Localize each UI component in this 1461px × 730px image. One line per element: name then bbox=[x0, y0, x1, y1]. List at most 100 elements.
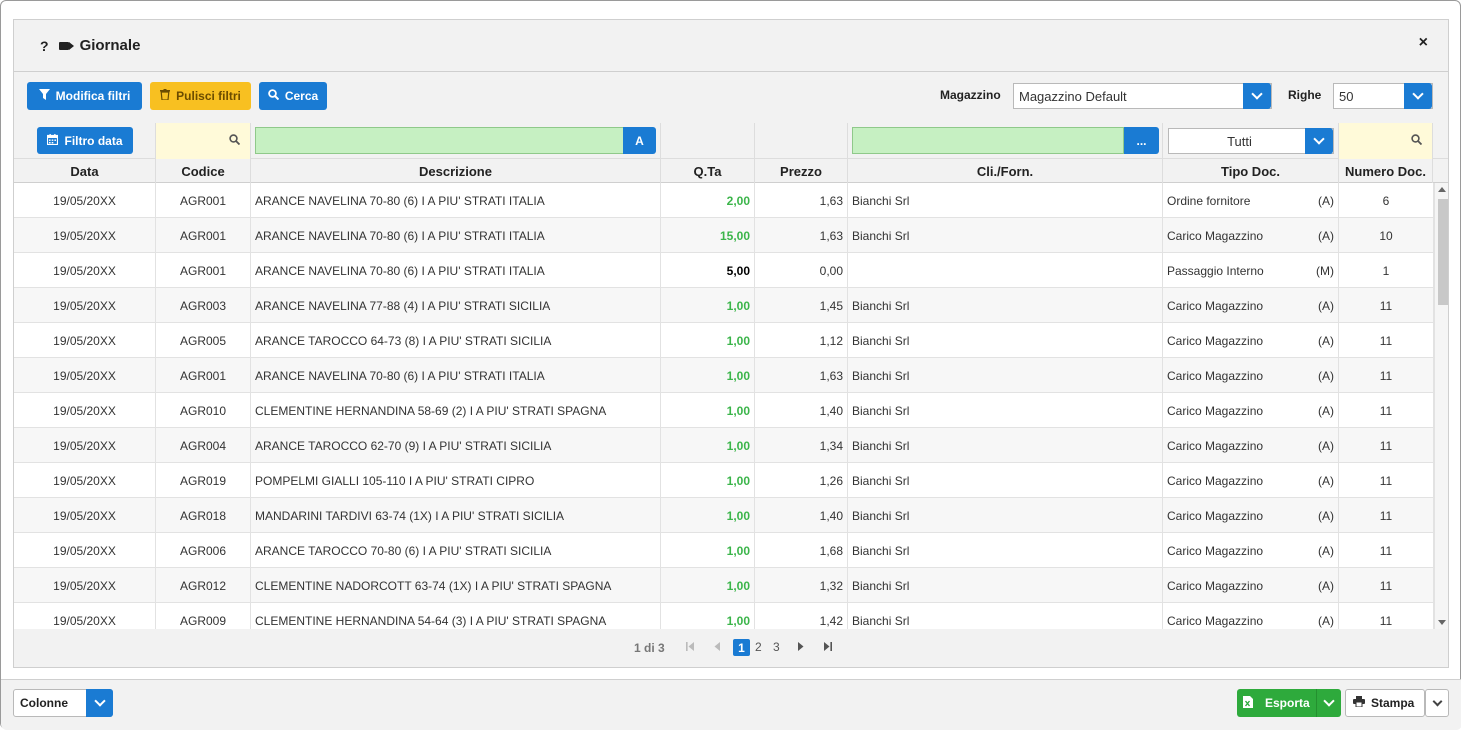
prev-page-icon[interactable] bbox=[714, 640, 721, 654]
tipo-doc-text: Carico Magazzino bbox=[1167, 508, 1264, 523]
cell-codice: AGR001 bbox=[156, 183, 251, 218]
cell-codice: AGR009 bbox=[156, 603, 251, 629]
footer-bar: Colonne Esporta Stampa bbox=[1, 679, 1461, 730]
tipo-doc-select[interactable]: Tutti bbox=[1168, 128, 1334, 154]
righe-label: Righe bbox=[1288, 88, 1322, 102]
cell-data: 19/05/20XX bbox=[14, 183, 156, 218]
filter-codice-input[interactable] bbox=[156, 123, 251, 159]
magazzino-select[interactable]: Magazzino Default bbox=[1013, 83, 1272, 109]
tipo-doc-flag: (A) bbox=[1318, 438, 1334, 453]
cliforn-more-button[interactable]: ... bbox=[1124, 127, 1159, 154]
cell-data: 19/05/20XX bbox=[14, 568, 156, 603]
cell-data: 19/05/20XX bbox=[14, 288, 156, 323]
header-data[interactable]: Data bbox=[14, 159, 156, 183]
cell-descrizione: ARANCE TAROCCO 62-70 (9) I A PIU' STRATI… bbox=[251, 428, 661, 463]
cell-qta: 1,00 bbox=[661, 288, 755, 323]
righe-select[interactable]: 50 bbox=[1333, 83, 1433, 109]
table-row[interactable]: 19/05/20XX AGR006 ARANCE TAROCCO 70-80 (6)… bbox=[14, 533, 1434, 568]
scroll-up-icon[interactable] bbox=[1438, 187, 1446, 192]
header-numero-doc[interactable]: Numero Doc. bbox=[1339, 159, 1433, 183]
cell-tipo-doc: Carico Magazzino (A) bbox=[1163, 393, 1339, 428]
cell-qta: 15,00 bbox=[661, 218, 755, 253]
tipo-doc-text: Carico Magazzino bbox=[1167, 403, 1264, 418]
pulisci-filtri-button[interactable]: Pulisci filtri bbox=[150, 82, 251, 110]
page-2-button[interactable]: 2 bbox=[755, 640, 762, 654]
cell-prezzo: 1,26 bbox=[755, 463, 848, 498]
table-row[interactable]: 19/05/20XX AGR001 ARANCE NAVELINA 70-80 (6… bbox=[14, 183, 1434, 218]
grid-body: 19/05/20XX AGR001 ARANCE NAVELINA 70-80 (6… bbox=[14, 183, 1434, 629]
cell-codice: AGR005 bbox=[156, 323, 251, 358]
cell-cliforn: Bianchi Srl bbox=[848, 183, 1163, 218]
cell-descrizione: ARANCE NAVELINA 70-80 (6) I A PIU' STRAT… bbox=[251, 253, 661, 288]
filter-descrizione-input[interactable] bbox=[255, 127, 624, 154]
table-row[interactable]: 19/05/20XX AGR001 ARANCE NAVELINA 70-80 (6… bbox=[14, 358, 1434, 393]
table-row[interactable]: 19/05/20XX AGR009 CLEMENTINE HERNANDINA 54… bbox=[14, 603, 1434, 629]
scrollbar-thumb[interactable] bbox=[1438, 199, 1448, 305]
colonne-dropdown[interactable]: Colonne bbox=[13, 689, 113, 717]
page-title: Giornale bbox=[79, 37, 141, 54]
close-icon[interactable]: × bbox=[1419, 34, 1428, 52]
modifica-filtri-button[interactable]: Modifica filtri bbox=[27, 82, 142, 110]
calendar-icon bbox=[47, 133, 59, 148]
table-row[interactable]: 19/05/20XX AGR001 ARANCE NAVELINA 70-80 (6… bbox=[14, 218, 1434, 253]
chevron-down-icon[interactable] bbox=[1404, 83, 1432, 109]
table-row[interactable]: 19/05/20XX AGR003 ARANCE NAVELINA 77-88 (4… bbox=[14, 288, 1434, 323]
page-1-button[interactable]: 1 bbox=[733, 639, 750, 656]
table-row[interactable]: 19/05/20XX AGR005 ARANCE TAROCCO 64-73 (8)… bbox=[14, 323, 1434, 358]
cell-tipo-doc: Carico Magazzino (A) bbox=[1163, 218, 1339, 253]
vertical-scrollbar[interactable] bbox=[1434, 183, 1448, 629]
table-row[interactable]: 19/05/20XX AGR012 CLEMENTINE NADORCOTT 63-… bbox=[14, 568, 1434, 603]
page-3-button[interactable]: 3 bbox=[773, 640, 780, 654]
cerca-label: Cerca bbox=[284, 89, 319, 103]
cell-prezzo: 1,40 bbox=[755, 498, 848, 533]
help-icon[interactable]: ? bbox=[40, 38, 49, 54]
excel-icon bbox=[1243, 695, 1253, 711]
scroll-down-icon[interactable] bbox=[1438, 620, 1446, 625]
first-page-icon[interactable] bbox=[686, 640, 695, 654]
chevron-down-icon[interactable] bbox=[1305, 128, 1333, 154]
cell-cliforn: Bianchi Srl bbox=[848, 393, 1163, 428]
tipo-doc-flag: (A) bbox=[1318, 298, 1334, 313]
stampa-options-button[interactable] bbox=[1425, 689, 1449, 717]
cell-tipo-doc: Carico Magazzino (A) bbox=[1163, 463, 1339, 498]
table-row[interactable]: 19/05/20XX AGR004 ARANCE TAROCCO 62-70 (9)… bbox=[14, 428, 1434, 463]
chevron-down-icon[interactable] bbox=[1316, 689, 1341, 717]
filter-cliforn-input[interactable] bbox=[852, 127, 1124, 154]
cell-descrizione: ARANCE TAROCCO 70-80 (6) I A PIU' STRATI… bbox=[251, 533, 661, 568]
header-descrizione[interactable]: Descrizione bbox=[251, 159, 661, 183]
cell-qta: 5,00 bbox=[661, 253, 755, 288]
table-row[interactable]: 19/05/20XX AGR010 CLEMENTINE HERNANDINA 58… bbox=[14, 393, 1434, 428]
last-page-icon[interactable] bbox=[823, 640, 832, 654]
header-qta[interactable]: Q.Ta bbox=[661, 159, 755, 183]
page-info: 1 di 3 bbox=[634, 641, 665, 655]
colonne-label: Colonne bbox=[20, 696, 68, 710]
chevron-down-icon[interactable] bbox=[86, 689, 113, 717]
table-row[interactable]: 19/05/20XX AGR018 MANDARINI TARDIVI 63-74 … bbox=[14, 498, 1434, 533]
header-codice[interactable]: Codice bbox=[156, 159, 251, 183]
filter-numero-input[interactable] bbox=[1339, 123, 1433, 159]
table-row[interactable]: 19/05/20XX AGR001 ARANCE NAVELINA 70-80 (6… bbox=[14, 253, 1434, 288]
cell-numero-doc: 11 bbox=[1339, 568, 1434, 603]
esporta-button[interactable]: Esporta bbox=[1237, 689, 1341, 717]
header-tipo-doc[interactable]: Tipo Doc. bbox=[1163, 159, 1339, 183]
table-row[interactable]: 19/05/20XX AGR019 POMPELMI GIALLI 105-110 … bbox=[14, 463, 1434, 498]
chevron-down-icon[interactable] bbox=[1243, 83, 1271, 109]
tipo-doc-text: Carico Magazzino bbox=[1167, 578, 1264, 593]
cell-numero-doc: 6 bbox=[1339, 183, 1434, 218]
next-page-icon[interactable] bbox=[797, 640, 804, 654]
header-cliforn[interactable]: Cli./Forn. bbox=[848, 159, 1163, 183]
cell-descrizione: CLEMENTINE NADORCOTT 63-74 (1X) I A PIU'… bbox=[251, 568, 661, 603]
header-prezzo[interactable]: Prezzo bbox=[755, 159, 848, 183]
cell-cliforn bbox=[848, 253, 1163, 288]
stampa-button[interactable]: Stampa bbox=[1345, 689, 1425, 717]
trash-icon bbox=[160, 89, 171, 103]
title-bar: ? Giornale × bbox=[14, 20, 1448, 72]
cell-descrizione: ARANCE TAROCCO 64-73 (8) I A PIU' STRATI… bbox=[251, 323, 661, 358]
filtro-data-button[interactable]: Filtro data bbox=[37, 127, 133, 154]
cell-cliforn: Bianchi Srl bbox=[848, 498, 1163, 533]
cerca-button[interactable]: Cerca bbox=[259, 82, 327, 110]
tipo-doc-flag: (A) bbox=[1318, 193, 1334, 208]
descrizione-a-button[interactable]: A bbox=[623, 127, 656, 154]
cell-qta: 2,00 bbox=[661, 183, 755, 218]
cell-data: 19/05/20XX bbox=[14, 218, 156, 253]
